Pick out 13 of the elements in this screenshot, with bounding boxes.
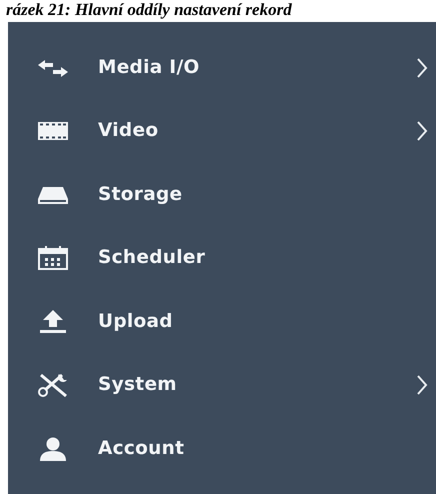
menu-item[interactable]: Video (98, 117, 158, 146)
menu-item[interactable]: Media I/O (98, 54, 200, 82)
tools-icon (36, 372, 70, 398)
calendar-icon (36, 245, 70, 272)
menu-item[interactable]: Scheduler (98, 244, 206, 272)
figure-caption: rázek 21: Hlavní oddíly nastavení rekord (5, 0, 293, 21)
menu-item[interactable]: System (98, 371, 177, 400)
chevron-icon[interactable] (416, 120, 428, 142)
menu-item[interactable]: Account (98, 434, 184, 463)
chevron-icon[interactable] (416, 374, 428, 396)
menu-item[interactable]: Storage (98, 180, 182, 209)
menu-item[interactable]: Upload (98, 308, 173, 336)
chevron-icon[interactable] (416, 56, 428, 79)
